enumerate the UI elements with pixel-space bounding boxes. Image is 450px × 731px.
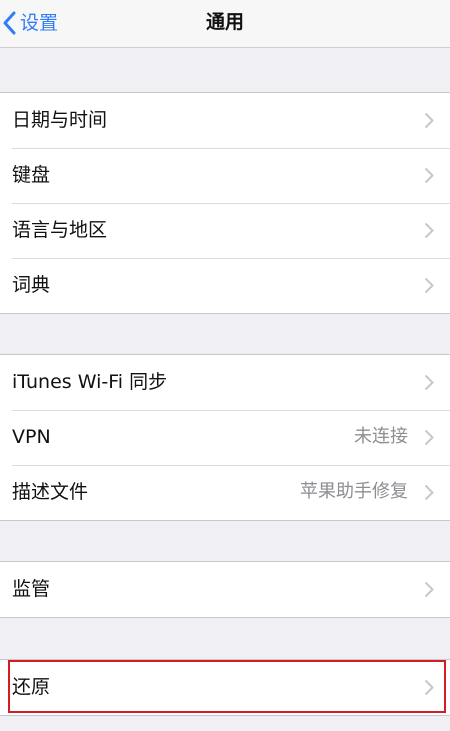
row-label: iTunes Wi-Fi 同步 xyxy=(12,371,168,393)
row-label: 描述文件 xyxy=(12,481,89,503)
row-vpn[interactable]: VPN 未连接 xyxy=(0,410,450,465)
row-dictionary[interactable]: 词典 xyxy=(0,258,450,313)
navigation-bar: 设置 通用 xyxy=(0,0,450,48)
row-label: 监管 xyxy=(12,578,51,600)
settings-group-4: 还原 xyxy=(0,659,450,716)
chevron-right-icon xyxy=(424,484,434,501)
chevron-right-icon xyxy=(424,374,434,391)
chevron-right-icon xyxy=(424,679,434,696)
row-value: 苹果助手修复 xyxy=(300,481,408,502)
chevron-right-icon xyxy=(424,581,434,598)
row-profile[interactable]: 描述文件 苹果助手修复 xyxy=(0,465,450,520)
chevron-right-icon xyxy=(424,112,434,129)
settings-group-3: 监管 xyxy=(0,561,450,618)
row-reset[interactable]: 还原 xyxy=(0,660,450,715)
chevron-right-icon xyxy=(424,222,434,239)
row-language-region[interactable]: 语言与地区 xyxy=(0,203,450,258)
row-value: 未连接 xyxy=(354,426,408,447)
settings-group-2: iTunes Wi-Fi 同步 VPN 未连接 描述文件 苹果助手修复 xyxy=(0,354,450,521)
row-label: 键盘 xyxy=(12,164,51,186)
settings-group-1: 日期与时间 键盘 语言与地区 词典 xyxy=(0,92,450,314)
row-date-time[interactable]: 日期与时间 xyxy=(0,93,450,148)
row-keyboard[interactable]: 键盘 xyxy=(0,148,450,203)
chevron-right-icon xyxy=(424,429,434,446)
row-label: VPN xyxy=(12,426,51,448)
row-label: 语言与地区 xyxy=(12,219,108,241)
chevron-right-icon xyxy=(424,277,434,294)
row-label: 还原 xyxy=(12,676,51,698)
row-label: 日期与时间 xyxy=(12,109,108,131)
row-itunes-wifi-sync[interactable]: iTunes Wi-Fi 同步 xyxy=(0,355,450,410)
page-title: 通用 xyxy=(205,11,244,33)
row-supervision[interactable]: 监管 xyxy=(0,562,450,617)
chevron-right-icon xyxy=(424,167,434,184)
row-label: 词典 xyxy=(12,274,51,296)
